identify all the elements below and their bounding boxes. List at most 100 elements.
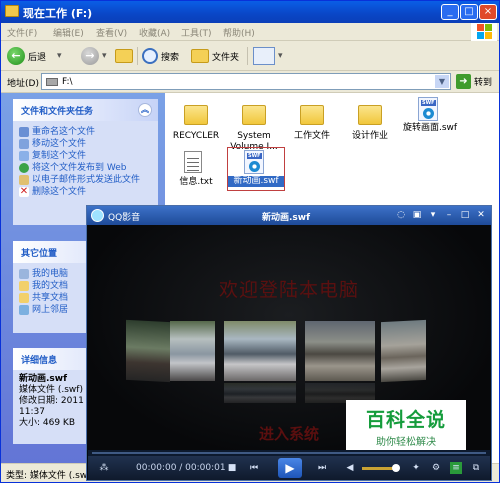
toolbar-separator [137,47,138,65]
swf-file-icon: SWF [418,97,438,121]
volume-icon[interactable]: ◀ [344,462,356,474]
playback-time: 00:00:00 / 00:00:01 [136,463,226,473]
file-label: 工作文件 [293,131,330,141]
maximize-button[interactable]: □ [460,4,478,20]
menu-icon[interactable]: ▾ [427,209,439,221]
volume-slider[interactable] [362,464,400,472]
watermark-sub: 助你轻松解决 [376,437,436,448]
globe-icon [19,163,29,173]
menu-edit[interactable]: 编辑(E) [53,26,84,39]
address-input[interactable]: F:\ ▼ [41,73,451,90]
menu-bar: 文件(F) 编辑(E) 查看(V) 收藏(A) 工具(T) 帮助(H) [1,23,499,41]
player-minimize-button[interactable]: – [443,209,455,221]
player-close-button[interactable]: ✕ [475,209,487,221]
file-item-info-txt[interactable]: 信息.txt [167,151,225,188]
collapse-icon[interactable]: ︽ [138,103,152,117]
baike-watermark: 百科全说 助你轻松解决 [346,400,466,450]
fullscreen-icon[interactable]: ⧉ [470,462,482,474]
task-copy[interactable]: 复制这个文件 [19,151,152,161]
task-label: 重命名这个文件 [32,127,96,137]
file-item-system-volume[interactable]: System Volume I... [225,101,283,153]
documents-icon [19,281,29,291]
menu-help[interactable]: 帮助(H) [223,26,255,39]
menu-view[interactable]: 查看(V) [96,26,127,39]
file-item-recycler[interactable]: RECYCLER [167,101,225,142]
folder-icon [242,105,266,125]
computer-icon [19,269,29,279]
task-publish-web[interactable]: 将这个文件发布到 Web [19,163,152,173]
views-button[interactable]: ▾ [253,45,283,67]
swf-file-icon: SWF [244,150,264,174]
file-item-design-homework[interactable]: 设计作业 [341,101,399,142]
place-label: 我的电脑 [32,269,69,279]
skin-icon[interactable]: ▣ [411,209,423,221]
delete-icon: ✕ [19,186,29,197]
toolbar: ← 后退 ▾ → ▾ 搜索 文件夹 ▾ [1,41,499,71]
play-button[interactable]: ▶ [278,458,302,478]
windows-logo-icon [471,23,497,41]
folders-icon [191,49,209,63]
player-title-bar: QQ影音 新动画.swf ◌ ▣ ▾ – □ ✕ [87,206,491,225]
stop-button[interactable]: ■ [226,462,238,474]
tools-icon[interactable]: ✦ [410,462,422,474]
task-email[interactable]: 以电子邮件形式发送此文件 [19,175,152,185]
file-item-new-animation-swf[interactable]: SWF 新动画.swf [227,147,285,191]
go-label: 转到 [474,78,493,88]
forward-dropdown-icon: ▾ [102,51,107,61]
next-button[interactable]: ⏭ [316,462,328,474]
window-title: 现在工作 (F:) [23,7,93,20]
file-item-rotate-swf[interactable]: SWF 旋转画面.swf [401,97,459,134]
network-icon [19,305,29,315]
file-label: 信息.txt [179,177,213,187]
file-tasks-title: 文件和文件夹任务 [21,107,94,117]
player-maximize-button[interactable]: □ [459,209,471,221]
settings-icon[interactable]: ⚙ [430,462,442,474]
file-item-work-files[interactable]: 工作文件 [283,101,341,142]
file-label: 新动画.swf [228,176,284,187]
slide-photo [126,319,170,383]
forward-arrow-icon: → [81,47,99,65]
up-folder-button[interactable] [115,45,133,67]
menu-tools[interactable]: 工具(T) [181,26,212,39]
search-icon [142,48,158,64]
forward-button[interactable]: → ▾ [81,45,107,67]
go-button[interactable]: ➜ 转到 [456,74,492,89]
search-label: 搜索 [161,52,180,63]
file-tasks-header[interactable]: 文件和文件夹任务 ︽ [13,99,158,121]
place-label: 我的文档 [32,281,69,291]
folder-icon [184,105,208,125]
task-move[interactable]: 移动这个文件 [19,139,152,149]
close-button[interactable]: × [479,4,497,20]
address-dropdown-button[interactable]: ▼ [435,75,449,88]
footprint-icon[interactable]: ⁂ [98,462,110,474]
copy-icon [19,151,29,161]
toolbar-separator [247,47,248,65]
qq-player-logo-icon [91,209,104,222]
slide-photo [381,319,426,383]
drive-icon [46,78,58,86]
shared-folder-icon [19,293,29,303]
menu-file[interactable]: 文件(F) [7,26,37,39]
menu-favorites[interactable]: 收藏(A) [139,26,170,39]
slide-photo [305,321,375,381]
file-label: 旋转画面.swf [402,123,458,133]
other-places-title: 其它位置 [21,249,58,259]
back-dropdown-icon[interactable]: ▾ [57,51,62,61]
player-controls: ⁂ 00:00:00 / 00:00:01 ■ ⏮ ▶ ⏭ ◀ ✦ ⚙ ≡ ⧉ [88,456,490,480]
folders-button[interactable]: 文件夹 [191,45,239,67]
status-text: 类型: 媒体文件 (.sw [6,471,88,481]
search-button[interactable]: 搜索 [142,45,179,67]
address-value: F:\ [62,77,73,87]
playlist-icon[interactable]: ≡ [450,462,462,474]
back-button[interactable]: ← 后退 ▾ [7,45,62,67]
task-rename[interactable]: 重命名这个文件 [19,127,152,137]
chat-icon[interactable]: ◌ [395,209,407,221]
text-file-icon [184,151,202,173]
minimize-button[interactable]: _ [441,4,459,20]
previous-button[interactable]: ⏮ [248,462,260,474]
place-label: 网上邻居 [32,305,69,315]
slide-photo [170,321,215,381]
task-label: 以电子邮件形式发送此文件 [32,175,141,185]
file-label: RECYCLER [172,131,220,141]
task-delete[interactable]: ✕ 删除这个文件 [19,187,152,197]
